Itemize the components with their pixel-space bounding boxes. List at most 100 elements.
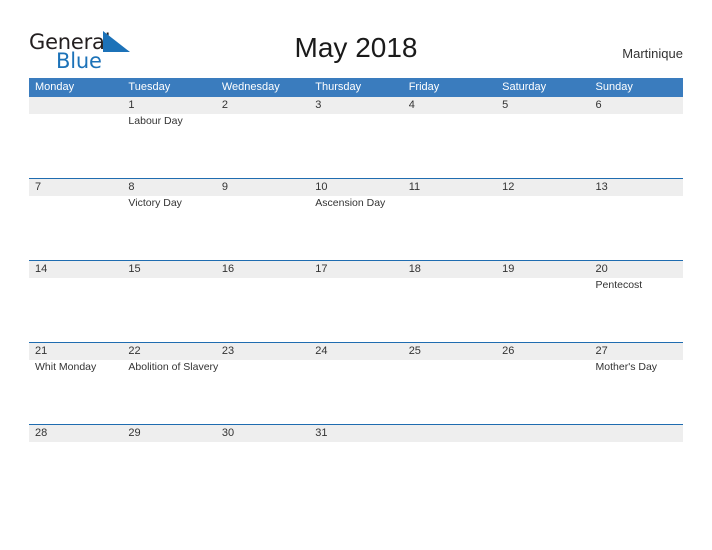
day-number: 12 [502, 181, 515, 193]
page-title: May 2018 [294, 32, 418, 63]
day-event: Abolition of Slavery [128, 361, 219, 373]
day-number: 8 [128, 181, 135, 193]
day-event: Pentecost [595, 279, 643, 291]
weekday-header-row: Monday Tuesday Wednesday Thursday Friday… [29, 78, 683, 97]
day-number-band [29, 97, 123, 114]
day-cell[interactable] [496, 425, 590, 506]
day-number: 26 [502, 345, 515, 357]
day-cell[interactable]: 15 [122, 261, 216, 342]
day-number: 22 [128, 345, 141, 357]
day-number-band [122, 97, 216, 114]
day-cell[interactable]: 17 [309, 261, 403, 342]
day-cell[interactable]: 25 [402, 343, 497, 424]
day-cell[interactable]: 2 [215, 97, 310, 178]
day-number: 24 [315, 345, 328, 357]
day-cell[interactable]: 4 [402, 97, 497, 178]
day-cell[interactable]: 28 [29, 425, 123, 506]
day-cell[interactable]: 19 [496, 261, 590, 342]
day-number: 5 [502, 99, 509, 111]
day-number: 2 [221, 99, 228, 111]
day-cell[interactable]: 3 [309, 97, 403, 178]
day-cell[interactable]: 9 [215, 179, 310, 260]
day-cell[interactable]: 7 [29, 179, 123, 260]
day-number-band [402, 97, 497, 114]
day-number-band [309, 97, 403, 114]
day-event: Victory Day [128, 197, 182, 209]
day-number-band [589, 97, 683, 114]
day-cell[interactable]: 11 [402, 179, 497, 260]
day-cell[interactable]: 13 [589, 179, 683, 260]
day-number: 4 [408, 99, 415, 111]
day-number: 16 [221, 263, 235, 275]
day-number-band [215, 97, 310, 114]
day-number-band [122, 179, 216, 196]
day-cell[interactable]: 24 [309, 343, 403, 424]
day-cell[interactable]: 20 Pentecost [589, 261, 683, 342]
day-cell[interactable]: 23 [215, 343, 310, 424]
day-cell[interactable]: 30 [215, 425, 310, 506]
day-cell[interactable] [29, 97, 123, 178]
day-number: 9 [221, 181, 228, 193]
day-number-band [496, 425, 590, 442]
day-cell[interactable]: 29 [122, 425, 216, 506]
day-number: 10 [315, 181, 328, 193]
day-number-band [215, 179, 310, 196]
weekday-header-saturday: Saturday [502, 81, 547, 93]
week-row: 21 Whit Monday 22 Abolition of Slavery 2… [29, 342, 683, 424]
day-number: 13 [595, 181, 608, 193]
day-number: 15 [128, 263, 141, 275]
weekday-header-sunday: Sunday [595, 81, 633, 93]
day-number: 23 [221, 345, 235, 357]
day-number: 11 [408, 181, 421, 193]
day-cell[interactable]: 26 [496, 343, 590, 424]
day-cell[interactable]: 5 [496, 97, 590, 178]
day-cell[interactable] [402, 425, 497, 506]
day-cell[interactable]: 18 [402, 261, 497, 342]
weekday-header-tuesday: Tuesday [128, 81, 171, 93]
calendar-table: Monday Tuesday Wednesday Thursday Friday… [29, 78, 683, 506]
day-number: 19 [502, 263, 515, 275]
day-cell[interactable]: 10 Ascension Day [309, 179, 403, 260]
weekday-header-wednesday: Wednesday [221, 81, 280, 93]
day-number: 3 [315, 99, 322, 111]
week-row: 7 8 Victory Day 9 10 Ascension Day 11 12… [29, 178, 683, 260]
day-number: 18 [408, 263, 421, 275]
day-number: 30 [221, 427, 235, 439]
calendar-page: General Blue May 2018 Martinique Monday … [0, 0, 712, 550]
day-event: Whit Monday [35, 361, 97, 373]
day-cell[interactable]: 31 [309, 425, 403, 506]
day-number: 17 [315, 263, 328, 275]
region-label: Martinique [622, 46, 683, 61]
day-number: 31 [315, 427, 328, 439]
day-number: 20 [595, 263, 608, 275]
day-cell[interactable]: 12 [496, 179, 590, 260]
day-cell[interactable]: 6 [589, 97, 683, 178]
day-number: 14 [35, 263, 48, 275]
day-cell[interactable] [589, 425, 683, 506]
day-cell[interactable]: 27 Mother's Day [589, 343, 683, 424]
day-number-band [496, 97, 590, 114]
day-event: Labour Day [128, 115, 183, 127]
weekday-header-monday: Monday [35, 81, 75, 93]
day-cell[interactable]: 1 Labour Day [122, 97, 216, 178]
day-number: 21 [35, 345, 48, 357]
day-cell[interactable]: 8 Victory Day [122, 179, 216, 260]
day-cell[interactable]: 22 Abolition of Slavery [122, 343, 219, 424]
day-number: 29 [128, 427, 141, 439]
week-row: 1 Labour Day 2 3 4 5 6 [29, 97, 683, 178]
day-event: Ascension Day [315, 197, 386, 209]
day-number: 28 [35, 427, 48, 439]
day-cell[interactable]: 16 [215, 261, 310, 342]
day-cell[interactable]: 14 [29, 261, 123, 342]
day-number: 7 [35, 181, 42, 193]
day-number: 1 [128, 99, 135, 111]
day-number: 6 [595, 99, 602, 111]
day-number-band [589, 425, 683, 442]
weekday-header-friday: Friday [408, 81, 440, 93]
page-header: General Blue May 2018 Martinique [0, 0, 712, 78]
week-row: 14 15 16 17 18 19 20 Pentecost [29, 260, 683, 342]
day-number-band [29, 179, 123, 196]
day-number: 25 [408, 345, 421, 357]
day-cell[interactable]: 21 Whit Monday [29, 343, 123, 424]
week-row: 28 29 30 31 [29, 424, 683, 506]
